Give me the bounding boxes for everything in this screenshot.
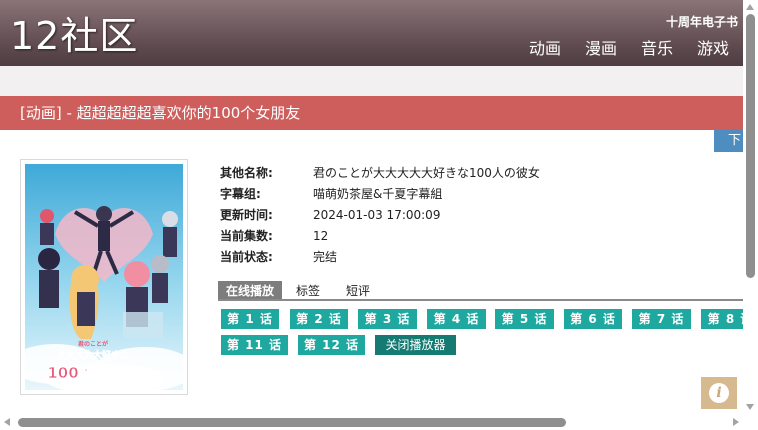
nav-item-games[interactable]: 游戏: [697, 38, 729, 60]
anime-poster: 君のことが 大大大大大好きな 100人の彼女: [20, 159, 188, 395]
scroll-up-arrow-icon[interactable]: [746, 4, 754, 10]
scrollbar-corner: [743, 415, 758, 430]
detail-row-status: 当前状态: 完结: [220, 247, 540, 268]
episode-button-4[interactable]: 第 4 话: [427, 309, 486, 329]
detail-label: 更新时间:: [220, 208, 273, 222]
nav-item-music[interactable]: 音乐: [641, 38, 673, 60]
page-title: [动画] - 超超超超超喜欢你的100个女朋友: [20, 104, 301, 122]
anime-details: 其他名称: 君のことが大大大大大好きな100人の彼女 字幕组: 喵萌奶茶屋&千夏…: [220, 163, 540, 268]
episode-button-2[interactable]: 第 2 话: [290, 309, 348, 329]
episode-button-11[interactable]: 第 11 话: [221, 335, 288, 355]
tab-reviews[interactable]: 短评: [338, 281, 378, 299]
sub-header-band: [0, 66, 743, 96]
episode-list: 第 1 话 第 2 话 第 3 话 第 4 话 第 5 话 第 6 话 第 7 …: [221, 309, 743, 359]
tab-tags[interactable]: 标签: [288, 281, 328, 299]
episode-button-5[interactable]: 第 5 话: [495, 309, 554, 329]
episode-button-12[interactable]: 第 12 话: [298, 335, 365, 355]
detail-value: 2024-01-03 17:00:09: [313, 208, 441, 222]
title-bar: [动画] - 超超超超超喜欢你的100个女朋友: [0, 96, 743, 130]
site-header: 12社区 十周年电子书 动画 漫画 音乐 游戏: [0, 0, 743, 66]
vertical-scroll-thumb[interactable]: [746, 14, 755, 278]
scroll-right-arrow-icon[interactable]: [733, 418, 739, 426]
scroll-left-arrow-icon[interactable]: [4, 418, 10, 426]
detail-row-updated: 更新时间: 2024-01-03 17:00:09: [220, 205, 540, 226]
detail-value: 完结: [313, 250, 338, 264]
poster-image: 君のことが 大大大大大好きな 100人の彼女: [25, 164, 183, 390]
nav-item-anime[interactable]: 动画: [529, 38, 561, 60]
poster-title-line-2: 大大大大大好きな: [57, 349, 129, 361]
content-tabs: 在线播放 标签 短评: [218, 281, 743, 301]
poster-title-line-1: 君のことが: [78, 340, 108, 348]
detail-row-fansub: 字幕组: 喵萌奶茶屋&千夏字幕組: [220, 184, 540, 205]
close-player-button[interactable]: 关闭播放器: [375, 335, 456, 355]
detail-label: 字幕组:: [220, 187, 261, 201]
main-nav: 动画 漫画 音乐 游戏: [505, 38, 729, 60]
detail-label: 其他名称:: [220, 166, 273, 180]
scroll-down-arrow-icon[interactable]: [746, 404, 754, 410]
episode-button-8[interactable]: 第 8 话: [701, 309, 743, 329]
detail-value: 12: [313, 229, 329, 243]
vertical-scrollbar[interactable]: [743, 0, 758, 415]
detail-value: 喵萌奶茶屋&千夏字幕組: [313, 187, 443, 201]
horizontal-scrollbar[interactable]: [0, 415, 743, 430]
site-logo[interactable]: 12社区: [10, 12, 138, 60]
info-button[interactable]: i: [701, 377, 737, 409]
horizontal-scroll-thumb[interactable]: [18, 418, 566, 427]
detail-label: 当前状态:: [220, 250, 273, 264]
detail-label: 当前集数:: [220, 229, 273, 243]
detail-row-episodes: 当前集数: 12: [220, 226, 540, 247]
episode-button-3[interactable]: 第 3 话: [358, 309, 417, 329]
episode-button-7[interactable]: 第 7 话: [632, 309, 691, 329]
episode-button-6[interactable]: 第 6 话: [564, 309, 622, 329]
download-button[interactable]: 下: [714, 130, 743, 152]
poster-title-line-3: 100人の彼女: [47, 364, 138, 382]
info-icon: i: [709, 383, 729, 403]
detail-value: 君のことが大大大大大好きな100人の彼女: [313, 166, 540, 180]
detail-row-other-names: 其他名称: 君のことが大大大大大好きな100人の彼女: [220, 163, 540, 184]
anniversary-ebook-link[interactable]: 十周年电子书: [666, 13, 738, 30]
tab-online-play[interactable]: 在线播放: [218, 281, 283, 299]
episode-button-1[interactable]: 第 1 话: [221, 309, 279, 329]
nav-item-manga[interactable]: 漫画: [585, 38, 617, 60]
